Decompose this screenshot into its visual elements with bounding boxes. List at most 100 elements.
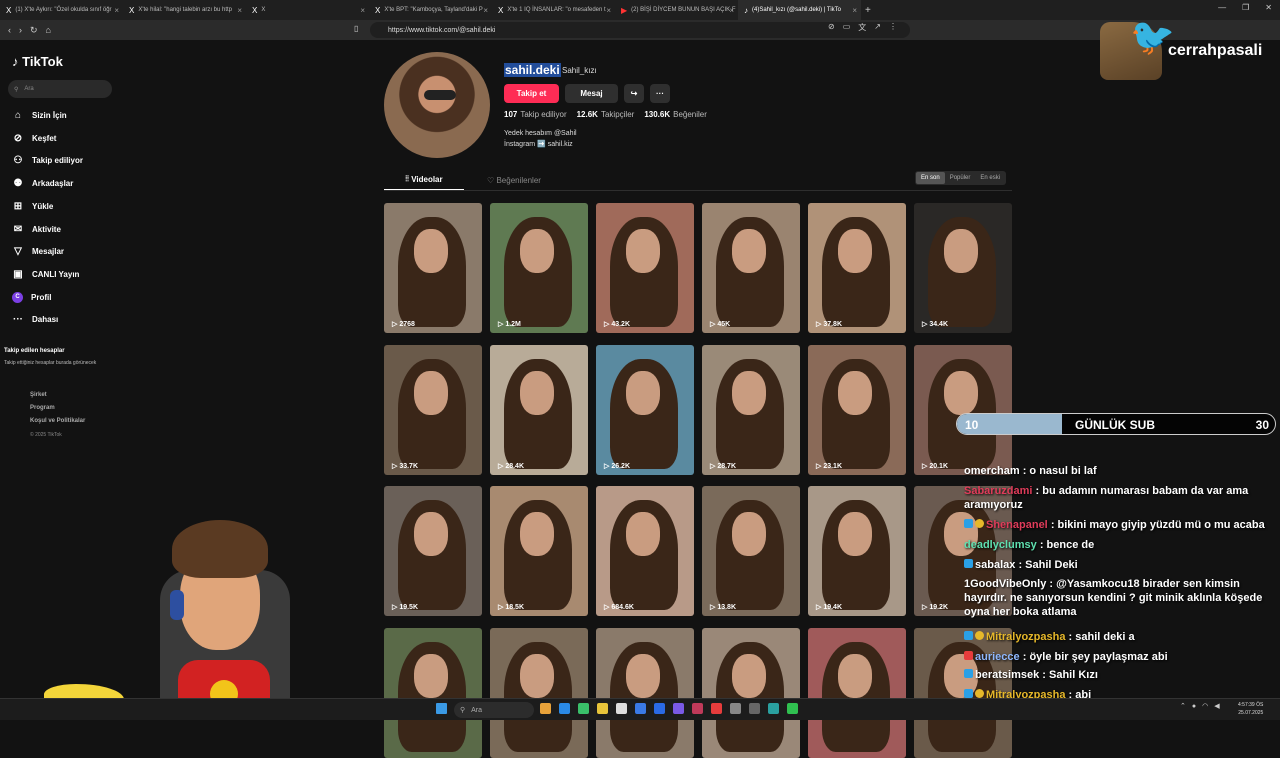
video-thumbnail[interactable]: ▷ 19.5K bbox=[384, 486, 482, 616]
app4-icon[interactable] bbox=[730, 703, 741, 714]
share-button[interactable]: ↪ bbox=[624, 84, 644, 103]
tab-close-icon[interactable]: × bbox=[852, 6, 857, 15]
browser-tab[interactable]: ♪ (4)Sahil_kızı (@sahil.deki) | TikTo × bbox=[738, 0, 861, 20]
browser-tab[interactable]: ▶ (2) BİŞİ DİYCEM BUNUN BAŞI AÇIK F × bbox=[615, 0, 738, 20]
sidebar-item[interactable]: ··· Dahası bbox=[12, 314, 58, 325]
tray-mic-icon[interactable]: ● bbox=[1192, 703, 1196, 710]
tab-videos[interactable]: ⦙⦙ Videolar bbox=[384, 169, 464, 191]
sidebar-item[interactable]: C Profil bbox=[12, 291, 51, 303]
translate-icon[interactable]: 文 bbox=[858, 22, 866, 33]
sidebar-item[interactable]: ⊞ Yükle bbox=[12, 201, 54, 212]
video-thumbnail[interactable]: ▷ 23.1K bbox=[808, 344, 906, 475]
tab-close-icon[interactable]: × bbox=[729, 6, 734, 15]
minimize-icon[interactable]: — bbox=[1218, 3, 1226, 12]
video-thumbnail[interactable]: ▷ 18.5K bbox=[490, 486, 588, 616]
back-icon[interactable]: ‹ bbox=[8, 25, 11, 36]
video-thumbnail[interactable]: ▷ 19.4K bbox=[808, 486, 906, 616]
sidebar-item[interactable]: ⚉ Arkadaşlar bbox=[12, 178, 74, 189]
footer-link-terms[interactable]: Koşul ve Politikalar bbox=[30, 418, 85, 424]
video-thumbnail[interactable]: ▷ 684.6K bbox=[596, 486, 694, 616]
taskbar-clock[interactable]: 4:57:39 ÖS 25.07.2025 bbox=[1238, 701, 1263, 717]
extension-icon[interactable]: ⊘ bbox=[828, 22, 835, 33]
sort-oldest[interactable]: En eski bbox=[975, 172, 1005, 184]
followers-stat[interactable]: 12.6K Takipçiler bbox=[577, 110, 635, 119]
tiktok-logo[interactable]: ♪ TikTok bbox=[12, 54, 63, 69]
share-page-icon[interactable]: ↗ bbox=[874, 22, 881, 33]
more-dots-icon: ··· bbox=[656, 89, 664, 98]
tab-close-icon[interactable]: × bbox=[483, 6, 488, 15]
reload-icon[interactable]: ↻ bbox=[30, 25, 38, 36]
app2-icon[interactable] bbox=[673, 703, 684, 714]
chat-username: beratsimsek bbox=[975, 669, 1040, 681]
screen-icon[interactable]: ▭ bbox=[843, 22, 851, 33]
tab-liked[interactable]: ♡ Beğenilenler bbox=[474, 169, 554, 191]
video-thumbnail[interactable]: ▷ 37.8K bbox=[808, 203, 906, 333]
message-button[interactable]: Mesaj bbox=[565, 84, 618, 103]
sidebar-search[interactable]: ⚲ Ara bbox=[8, 80, 112, 98]
video-thumbnail[interactable] bbox=[702, 627, 800, 758]
video-thumbnail[interactable]: ▷ 43.2K bbox=[596, 203, 694, 333]
browser-tab[interactable]: X X'te hilal: "hangi talebin arzı bu http… bbox=[123, 0, 246, 20]
sort-latest[interactable]: En son bbox=[916, 172, 945, 184]
restore-icon[interactable]: ❐ bbox=[1242, 3, 1249, 12]
tab-close-icon[interactable]: × bbox=[606, 6, 611, 15]
more-button[interactable]: ··· bbox=[650, 84, 670, 103]
app-icon[interactable] bbox=[635, 703, 646, 714]
brave-icon[interactable] bbox=[711, 703, 722, 714]
menu-icon[interactable]: ⋮ bbox=[889, 22, 897, 33]
browser-tab[interactable]: X X'te BPT: "Kamboçya, Tayland'daki P × bbox=[369, 0, 492, 20]
new-tab-icon[interactable]: + bbox=[865, 5, 871, 16]
browser-tab[interactable]: X (1) X'te Aykırı: "Özel okulda sınıf öğr… bbox=[0, 0, 123, 20]
windows-start-icon[interactable] bbox=[436, 703, 447, 714]
video-thumbnail[interactable]: ▷ 20.1K bbox=[914, 344, 1012, 475]
bookmark-icon[interactable]: ▯ bbox=[354, 24, 358, 33]
browser-tab[interactable]: X X'te 1 IQ İNSANLAR: "o mesafeden t × bbox=[492, 0, 615, 20]
app3-icon[interactable] bbox=[692, 703, 703, 714]
app6-icon[interactable] bbox=[768, 703, 779, 714]
outlook-icon[interactable] bbox=[654, 703, 665, 714]
tab-close-icon[interactable]: × bbox=[360, 6, 365, 15]
video-thumbnail[interactable]: ▷ 1.2M bbox=[490, 203, 588, 333]
footer-link-company[interactable]: Şirket bbox=[30, 392, 47, 398]
footer-link-program[interactable]: Program bbox=[30, 405, 55, 411]
video-thumbnail[interactable]: ▷ 34.4K bbox=[914, 203, 1012, 333]
folder-icon[interactable] bbox=[597, 703, 608, 714]
sidebar-item[interactable]: ⌂ Sizin İçin bbox=[12, 110, 67, 121]
tray-wifi-icon[interactable]: ◠ bbox=[1202, 702, 1208, 710]
spotify-icon[interactable] bbox=[787, 703, 798, 714]
sidebar-item[interactable]: ▣ CANLI Yayın bbox=[12, 269, 79, 280]
app5-icon[interactable] bbox=[749, 703, 760, 714]
video-thumbnail[interactable]: ▷ 13.8K bbox=[702, 486, 800, 616]
close-window-icon[interactable]: ✕ bbox=[1265, 3, 1272, 12]
tab-close-icon[interactable]: × bbox=[114, 6, 119, 15]
forward-icon[interactable]: › bbox=[19, 25, 22, 36]
sidebar-item[interactable]: ⊘ Keşfet bbox=[12, 133, 57, 144]
sort-popular[interactable]: Popüler bbox=[945, 172, 976, 184]
chrome-icon[interactable] bbox=[578, 703, 589, 714]
notepad-icon[interactable] bbox=[616, 703, 627, 714]
widget-icon[interactable] bbox=[540, 703, 551, 714]
video-thumbnail[interactable]: ▷ 28.4K bbox=[490, 344, 588, 475]
video-views: ▷ 19.2K bbox=[922, 604, 949, 611]
taskbar-search[interactable]: ⚲ Ara bbox=[454, 702, 534, 718]
following-stat[interactable]: 107 Takip ediliyor bbox=[504, 110, 567, 119]
tray-chevron-icon[interactable]: ⌃ bbox=[1180, 702, 1186, 710]
video-thumbnail[interactable]: ▷ 33.7K bbox=[384, 344, 482, 475]
sidebar-item[interactable]: ⚇ Takip ediliyor bbox=[12, 155, 83, 166]
follow-button[interactable]: Takip et bbox=[504, 84, 559, 103]
video-thumbnail[interactable]: ▷ 26.2K bbox=[596, 344, 694, 475]
video-thumbnail[interactable]: ▷ 2768 bbox=[384, 203, 482, 333]
video-thumbnail[interactable] bbox=[808, 627, 906, 758]
tray-volume-icon[interactable]: ◀ bbox=[1214, 702, 1219, 710]
edge-icon[interactable] bbox=[559, 703, 570, 714]
browser-tab[interactable]: X X × bbox=[246, 0, 369, 20]
video-thumbnail[interactable]: ▷ 45K bbox=[702, 203, 800, 333]
video-thumbnail[interactable]: ▷ 28.7K bbox=[702, 344, 800, 475]
sidebar-item[interactable]: ✉ Aktivite bbox=[12, 224, 61, 235]
video-thumbnail[interactable] bbox=[384, 627, 482, 758]
video-thumbnail[interactable] bbox=[490, 627, 588, 758]
tab-close-icon[interactable]: × bbox=[237, 6, 242, 15]
sidebar-item[interactable]: ▽ Mesajlar bbox=[12, 246, 64, 257]
home-browser-icon[interactable]: ⌂ bbox=[46, 25, 51, 36]
video-thumbnail[interactable] bbox=[596, 627, 694, 758]
